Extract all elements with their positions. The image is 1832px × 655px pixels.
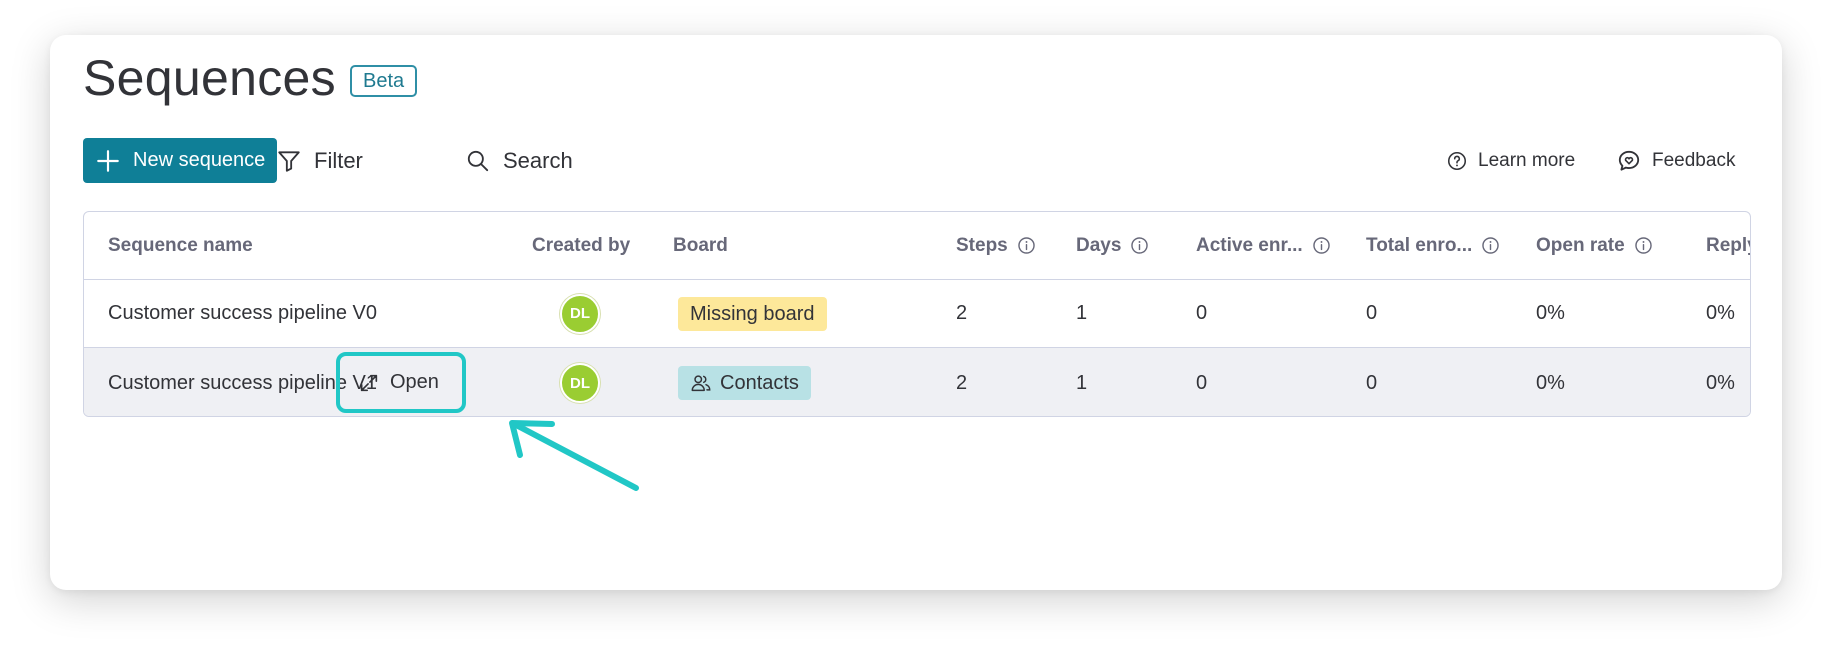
info-icon[interactable] <box>1634 236 1653 255</box>
learn-more-label: Learn more <box>1478 149 1576 171</box>
table-header: Sequence name Created by Board Steps Day… <box>84 212 1750 280</box>
steps-value: 2 <box>956 371 968 394</box>
learn-more-link[interactable]: Learn more <box>1446 138 1575 183</box>
board-tag-label: Contacts <box>720 371 799 394</box>
plus-icon <box>97 149 119 172</box>
expand-icon <box>360 374 378 391</box>
table-row[interactable]: Customer success pipeline V1 DL Contacts… <box>84 348 1750 416</box>
creator-cell: DL <box>560 348 600 416</box>
help-circle-icon <box>1447 151 1467 170</box>
avatar[interactable]: DL <box>560 293 600 334</box>
info-icon[interactable] <box>1130 236 1149 255</box>
column-header-created-by[interactable]: Created by <box>532 212 630 279</box>
column-header-steps-label: Steps <box>956 234 1008 256</box>
column-header-days-label: Days <box>1076 234 1122 256</box>
column-header-board[interactable]: Board <box>673 212 728 279</box>
active-enrolled-value: 0 <box>1196 302 1208 324</box>
column-header-sequence-name[interactable]: Sequence name <box>108 212 253 279</box>
column-header-steps[interactable]: Steps <box>956 212 1036 279</box>
avatar[interactable]: DL <box>560 363 600 403</box>
sequences-table: Sequence name Created by Board Steps Day… <box>83 211 1751 417</box>
feedback-button[interactable]: Feedback <box>1616 138 1735 183</box>
sequences-panel: Sequences Beta New sequence Filter Searc… <box>50 35 1782 590</box>
search-label: Search <box>503 147 573 173</box>
feedback-icon <box>1618 150 1640 171</box>
board-cell: Contacts <box>678 348 811 416</box>
reply-rate-value: 0% <box>1706 371 1735 394</box>
board-cell: Missing board <box>678 280 827 347</box>
column-header-open-rate-label: Open rate <box>1536 234 1625 256</box>
table-row[interactable]: Customer success pipeline V0 DL Missing … <box>84 280 1750 348</box>
new-sequence-button[interactable]: New sequence <box>83 138 277 183</box>
filter-label: Filter <box>314 147 363 173</box>
open-label: Open <box>390 371 439 393</box>
column-header-reply[interactable]: Reply <box>1706 212 1750 279</box>
column-header-days[interactable]: Days <box>1076 212 1149 279</box>
total-enrolled-value: 0 <box>1366 302 1378 324</box>
column-header-active-label: Active enr... <box>1196 234 1303 256</box>
open-sequence-button[interactable]: Open <box>336 352 466 413</box>
days-value: 1 <box>1076 371 1088 394</box>
days-value: 1 <box>1076 302 1088 324</box>
column-header-total-label: Total enro... <box>1366 234 1473 256</box>
board-tag-missing[interactable]: Missing board <box>678 296 827 331</box>
beta-badge: Beta <box>350 65 418 97</box>
feedback-label: Feedback <box>1652 149 1736 171</box>
column-header-total-enrolled[interactable]: Total enro... <box>1366 212 1500 279</box>
board-tag-contacts[interactable]: Contacts <box>678 366 811 400</box>
info-icon[interactable] <box>1017 236 1036 255</box>
sequence-name[interactable]: Customer success pipeline V0 <box>108 280 377 347</box>
steps-value: 2 <box>956 302 968 324</box>
open-rate-value: 0% <box>1536 302 1565 324</box>
column-header-active-enrolled[interactable]: Active enr... <box>1196 212 1331 279</box>
creator-cell: DL <box>560 280 600 347</box>
page-title: Sequences <box>83 50 336 106</box>
new-sequence-label: New sequence <box>133 149 266 171</box>
search-button[interactable]: Search <box>465 138 573 183</box>
people-icon <box>691 375 711 392</box>
filter-icon <box>278 150 300 172</box>
reply-rate-value: 0% <box>1706 302 1735 324</box>
search-icon <box>467 150 489 171</box>
active-enrolled-value: 0 <box>1196 371 1208 394</box>
info-icon[interactable] <box>1481 236 1500 255</box>
info-icon[interactable] <box>1312 236 1331 255</box>
total-enrolled-value: 0 <box>1366 371 1378 394</box>
filter-button[interactable]: Filter <box>276 138 363 183</box>
column-header-open-rate[interactable]: Open rate <box>1536 212 1653 279</box>
open-rate-value: 0% <box>1536 371 1565 394</box>
